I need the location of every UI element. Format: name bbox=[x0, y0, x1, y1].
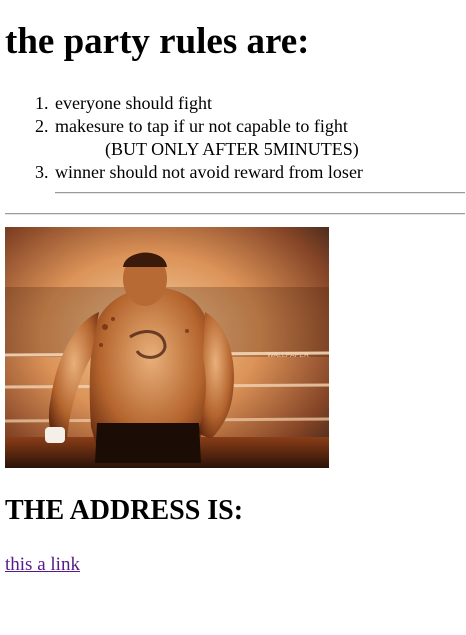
page: the party rules are: 1. everyone should f… bbox=[0, 0, 466, 635]
rules-divider bbox=[55, 192, 465, 194]
page-title: the party rules are: bbox=[5, 21, 310, 62]
rule-text: makesure to tap if ur not capable to fig… bbox=[55, 116, 348, 136]
fighter-photo-icon: WALLPAPER bbox=[5, 227, 329, 468]
rule-number: 2. bbox=[35, 116, 49, 136]
rule-number: 1. bbox=[35, 93, 49, 113]
address-heading: THE ADDRESS IS: bbox=[5, 495, 244, 526]
rule-item: 1. everyone should fight bbox=[35, 92, 363, 115]
rule-text: everyone should fight bbox=[55, 93, 212, 113]
rule-number: 3. bbox=[35, 162, 49, 182]
rule-item: 3. winner should not avoid reward from lo… bbox=[35, 161, 363, 184]
rule-note: (BUT ONLY AFTER 5MINUTES) bbox=[105, 139, 359, 159]
rule-item: 2. makesure to tap if ur not capable to f… bbox=[35, 115, 363, 161]
fighter-photo: WALLPAPER bbox=[5, 227, 329, 468]
watermark-text: WALLPAPER bbox=[267, 352, 309, 359]
rules-list: 1. everyone should fight 2. makesure to ta… bbox=[35, 92, 363, 184]
section-divider bbox=[5, 213, 465, 215]
address-link[interactable]: this a link bbox=[5, 553, 80, 577]
rule-text: winner should not avoid reward from lose… bbox=[55, 162, 363, 182]
